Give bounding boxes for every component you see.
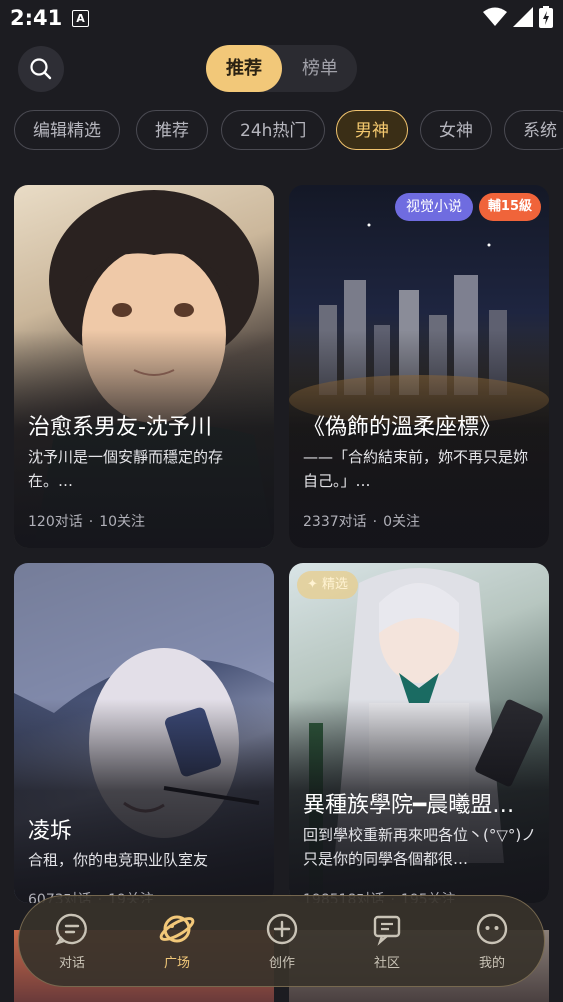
chat-icon — [55, 913, 87, 946]
status-time: 2:41 — [10, 6, 63, 30]
planet-icon — [159, 915, 195, 943]
plus-circle-icon — [266, 913, 298, 945]
chat-count: 2337对话 — [303, 514, 367, 530]
tab-ranking[interactable]: 榜单 — [284, 45, 356, 92]
follow-count: 10关注 — [99, 514, 146, 530]
card-description: 合租，你的电竞职业队室友 — [28, 851, 209, 869]
card-title: 《偽飾的溫柔座標》 — [303, 415, 502, 440]
chip-24h-hot[interactable]: 24h热门 — [221, 110, 326, 150]
bottom-nav: 对话 广场 创作 社区 我的 — [18, 895, 545, 987]
search-button[interactable] — [18, 46, 64, 92]
chip-recommend[interactable]: 推荐 — [136, 110, 208, 150]
card-description: ——「合約結束前，妳不再只是妳自己。」… — [303, 448, 529, 490]
nav-create[interactable]: 创作 — [242, 910, 322, 971]
nav-label: 创作 — [268, 956, 295, 971]
age-rating-badge: 輔15級 — [478, 193, 541, 221]
character-card[interactable]: 治愈系男友-沈予川 沈予川是一個安靜而穩定的存在。… 120对话 · 10关注 — [14, 185, 274, 548]
nav-label: 我的 — [478, 956, 505, 971]
card-title: 治愈系男友-沈予川 — [28, 415, 212, 440]
battery-icon — [539, 6, 553, 28]
chip-female[interactable]: 女神 — [420, 110, 492, 150]
nav-profile[interactable]: 我的 — [452, 910, 532, 971]
status-bar: 2:41 A — [0, 0, 563, 38]
card-description: 回到學校重新再來吧各位丶(°▽°)ノ只是你的同學各個都很… — [303, 826, 537, 868]
search-icon — [30, 58, 52, 80]
nav-community[interactable]: 社区 — [347, 910, 427, 971]
character-card[interactable]: 视觉小说 輔15級 《偽飾的溫柔座標》 ——「合約結束前，妳不再只是妳自己。」…… — [289, 185, 549, 548]
notification-icon: A — [72, 10, 89, 27]
signal-icon — [513, 7, 533, 27]
tab-recommend[interactable]: 推荐 — [206, 45, 282, 92]
follow-count: 0关注 — [383, 514, 421, 530]
profile-icon — [476, 913, 508, 945]
featured-label: 精选 — [322, 577, 349, 592]
status-icons — [483, 6, 553, 28]
card-stats: 120对话 · 10关注 — [28, 514, 146, 530]
chip-system[interactable]: 系统 — [504, 110, 563, 150]
card-description: 沈予川是一個安靜而穩定的存在。… — [28, 448, 224, 490]
chip-editor-picks[interactable]: 编辑精选 — [14, 110, 120, 150]
card-gradient — [14, 699, 274, 903]
featured-badge: ✦ 精选 — [297, 571, 359, 599]
card-stats: 2337对话 · 0关注 — [303, 514, 421, 530]
nav-label: 对话 — [58, 956, 85, 971]
nav-chat[interactable]: 对话 — [32, 910, 112, 971]
visual-novel-badge: 视觉小说 — [395, 193, 473, 221]
wifi-icon — [483, 7, 507, 26]
filter-chips: 编辑精选 推荐 24h热门 男神 女神 系统 — [14, 110, 563, 152]
community-icon — [373, 915, 401, 946]
character-card[interactable]: 凌坼 合租，你的电竞职业队室友 6073对话·19关注 — [14, 563, 274, 903]
card-title: 異種族學院━晨曦盟… — [303, 793, 515, 818]
nav-label: 广场 — [163, 956, 190, 971]
character-card[interactable]: ✦ 精选 異種族學院━晨曦盟… 回到學校重新再來吧各位丶(°▽°)ノ只是你的同學… — [289, 563, 549, 903]
nav-label: 社区 — [373, 956, 400, 971]
segment-control: 推荐 榜单 — [206, 45, 357, 92]
card-title: 凌坼 — [28, 819, 73, 844]
nav-plaza[interactable]: 广场 — [137, 910, 217, 971]
chat-count: 120对话 — [28, 514, 83, 530]
chip-male[interactable]: 男神 — [336, 110, 408, 150]
